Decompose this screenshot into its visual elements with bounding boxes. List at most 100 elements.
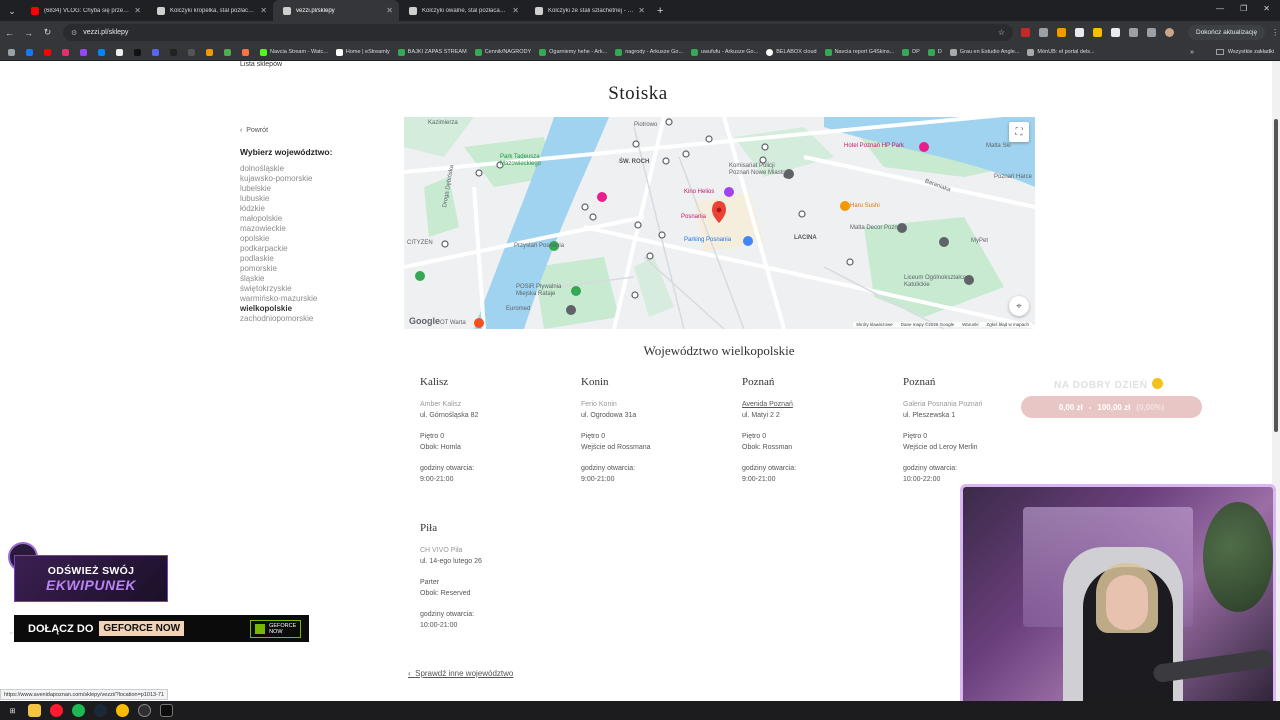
- bookmark-monub[interactable]: MónUB: el portal dels...: [1027, 48, 1095, 56]
- check-other-region-link[interactable]: ‹ Sprawdź inne województwo: [408, 669, 513, 678]
- close-tab-icon[interactable]: ✕: [134, 6, 141, 15]
- map-shortcuts-link[interactable]: Skróty klawiszowe: [856, 322, 893, 327]
- bookmark-uwufufu[interactable]: uwufufu - Arkusze Go...: [691, 48, 758, 56]
- bookmark-navcia-stream[interactable]: Navcia Stream - Watc...: [260, 48, 328, 56]
- bookmark-icon-twitch[interactable]: [80, 48, 90, 56]
- menu-kebab-icon[interactable]: ⋮: [1271, 28, 1279, 37]
- all-bookmarks-folder[interactable]: Wszystkie zakładki: [1215, 49, 1274, 55]
- region-item[interactable]: podlaskie: [240, 254, 317, 264]
- address-bar[interactable]: ⚙ vezzi.pl/sklepy ☆: [63, 24, 1013, 41]
- close-tab-icon[interactable]: ✕: [638, 6, 645, 15]
- map-report-link[interactable]: Zgłoś błąd w mapach: [986, 322, 1029, 327]
- region-item[interactable]: małopolskie: [240, 214, 317, 224]
- region-item[interactable]: świętokrzyskie: [240, 284, 317, 294]
- bookmark-belabox[interactable]: BELABOX cloud: [766, 48, 817, 56]
- extension-icon[interactable]: [1111, 28, 1120, 37]
- bookmark-cennik[interactable]: Cennik/NAGRODY: [474, 48, 531, 56]
- close-tab-icon[interactable]: ✕: [386, 6, 393, 15]
- back-link[interactable]: ‹ Powrót: [240, 127, 268, 134]
- bookmark-d[interactable]: D: [927, 48, 942, 56]
- media-icon[interactable]: [1147, 28, 1156, 37]
- map-label: Hotel Poznań HP Park: [844, 143, 904, 149]
- region-item[interactable]: lubelskie: [240, 184, 317, 194]
- bookmark-star-icon[interactable]: ☆: [998, 28, 1005, 37]
- bookmark-icon-messenger[interactable]: [98, 48, 108, 56]
- location-target-icon[interactable]: ⌖: [1009, 296, 1029, 316]
- bookmark-dp[interactable]: DP: [902, 48, 920, 56]
- file-explorer-icon[interactable]: [28, 704, 41, 717]
- map-canvas[interactable]: [404, 117, 1035, 329]
- windows-start-icon[interactable]: ⊞: [6, 704, 19, 717]
- region-item-selected[interactable]: wielkopolskie: [240, 304, 317, 314]
- extension-icon[interactable]: [1039, 28, 1048, 37]
- region-item[interactable]: podkarpackie: [240, 244, 317, 254]
- region-item[interactable]: zachodniopomorskie: [240, 314, 317, 324]
- extension-icon[interactable]: [1021, 28, 1030, 37]
- bookmark-icon-facebook[interactable]: [26, 48, 36, 56]
- bookmark-icon-x[interactable]: [116, 48, 126, 56]
- region-item[interactable]: pomorskie: [240, 264, 317, 274]
- close-tab-icon[interactable]: ✕: [260, 6, 267, 15]
- bookmark-icon-instagram[interactable]: [62, 48, 72, 56]
- update-button[interactable]: Dokończ aktualizację: [1188, 25, 1266, 40]
- region-item[interactable]: warmińsko-mazurskie: [240, 294, 317, 304]
- extension-icon[interactable]: [1057, 28, 1066, 37]
- browser-tab-active[interactable]: vezzi.pl/sklepy ✕: [273, 0, 399, 21]
- scrollbar-thumb[interactable]: [1274, 119, 1278, 432]
- bookmark-nagrody[interactable]: nagrody - Arkusze Go...: [615, 48, 683, 56]
- minimize-icon[interactable]: —: [1216, 4, 1224, 13]
- more-bookmarks-icon[interactable]: »: [1190, 49, 1194, 56]
- maximize-icon[interactable]: ❐: [1240, 4, 1247, 13]
- region-item[interactable]: łódzkie: [240, 204, 317, 214]
- store-hours: 10:00-21:00: [420, 621, 458, 629]
- map-terms-link[interactable]: Warunki: [962, 322, 978, 327]
- region-item[interactable]: kujawsko-pomorskie: [240, 174, 317, 184]
- bookmark-icon[interactable]: [242, 48, 252, 56]
- spotify-icon[interactable]: [72, 704, 85, 717]
- bookmark-navcia-report[interactable]: Navcia report G4Skins...: [824, 48, 894, 56]
- fullscreen-icon[interactable]: ⛶: [1009, 122, 1029, 142]
- bookmark-icon-youtube[interactable]: [44, 48, 54, 56]
- bookmark-icon[interactable]: [206, 48, 216, 56]
- close-tab-icon[interactable]: ✕: [512, 6, 519, 15]
- extension-icon[interactable]: [1093, 28, 1102, 37]
- map-label: ŚW. ROCH: [619, 159, 650, 165]
- back-icon[interactable]: ←: [0, 28, 19, 38]
- region-item[interactable]: opolskie: [240, 234, 317, 244]
- bookmark-icon-tiktok[interactable]: [134, 48, 144, 56]
- region-item[interactable]: śląskie: [240, 274, 317, 284]
- close-window-icon[interactable]: ✕: [1263, 4, 1270, 13]
- reload-icon[interactable]: ↻: [38, 27, 57, 38]
- steam-icon[interactable]: [94, 704, 107, 717]
- store-mall-link[interactable]: Avenida Poznań: [742, 401, 793, 408]
- browser-tab[interactable]: Kolczyki owalne, stal pozłacana 52 ✕: [399, 0, 525, 21]
- bookmark-bajki[interactable]: BAJKI ZAPAS STREAM: [397, 48, 467, 56]
- obs-icon[interactable]: [138, 704, 151, 717]
- breadcrumb[interactable]: Lista sklepów: [240, 61, 282, 68]
- bookmark-icon[interactable]: [224, 48, 234, 56]
- browser-tab[interactable]: (6834) VLOG: Chyba się przeliczyła ✕: [21, 0, 147, 21]
- forward-icon[interactable]: →: [19, 28, 38, 38]
- region-item[interactable]: mazowieckie: [240, 224, 317, 234]
- store-map[interactable]: Kazimierza Piotrowo ŚW. ROCH Park Tadeus…: [404, 117, 1035, 329]
- bookmark-home-estreamly[interactable]: Home | eStreamly: [335, 48, 390, 56]
- region-item[interactable]: dolnośląskie: [240, 164, 317, 174]
- browser-tab[interactable]: Kolczyki kropelka, stal pozłacana ✕: [147, 0, 273, 21]
- region-item[interactable]: lubuskie: [240, 194, 317, 204]
- puzzle-icon[interactable]: [1129, 28, 1138, 37]
- profile-avatar[interactable]: [1165, 28, 1174, 37]
- browser-tab[interactable]: Kolczyki ze stali szlachetnej - lesio ✕: [525, 0, 651, 21]
- terminal-icon[interactable]: [160, 704, 173, 717]
- bookmark-icon[interactable]: [188, 48, 198, 56]
- site-info-icon[interactable]: ⚙: [71, 29, 77, 37]
- tab-search-icon[interactable]: ⌄: [3, 4, 21, 18]
- bookmark-icon-discord[interactable]: [152, 48, 162, 56]
- new-tab-icon[interactable]: +: [657, 5, 663, 17]
- opera-icon[interactable]: [50, 704, 63, 717]
- bookmark-grau[interactable]: Grau en Estudio Angle...: [949, 48, 1019, 56]
- bookmark-icon-tipply[interactable]: [170, 48, 180, 56]
- extension-icon[interactable]: [1075, 28, 1084, 37]
- apps-icon[interactable]: [8, 48, 18, 56]
- bookmark-ogarniemy[interactable]: Ogarniemy hehe - Ark...: [539, 48, 607, 56]
- chrome-icon[interactable]: [116, 704, 129, 717]
